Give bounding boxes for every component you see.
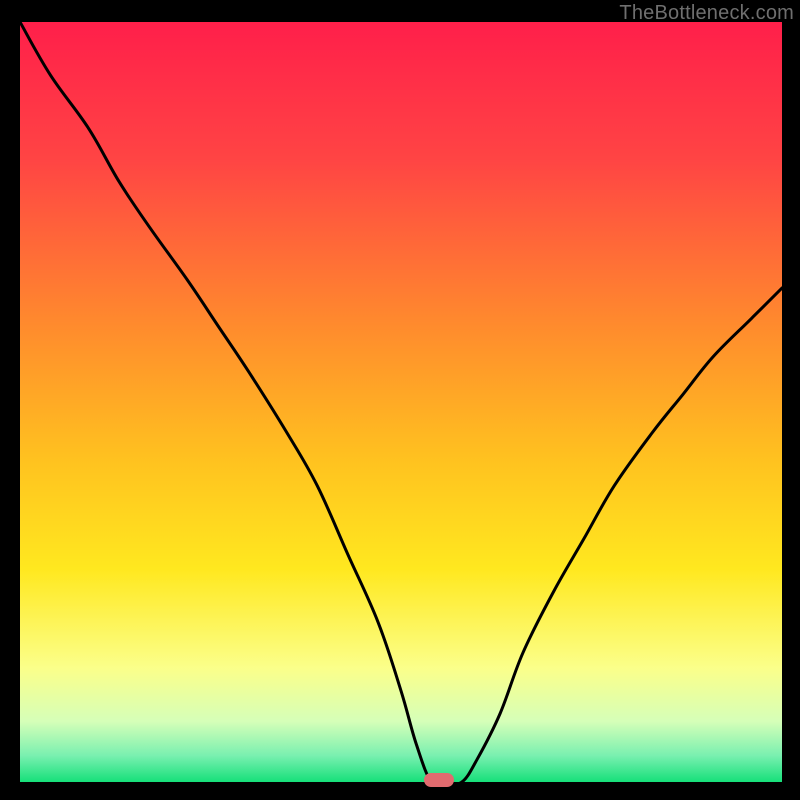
chart-frame: TheBottleneck.com: [0, 0, 800, 800]
chart-svg: [20, 22, 782, 782]
notch-marker: [424, 773, 454, 787]
chart-plot-area: [20, 22, 782, 782]
gradient-background: [20, 22, 782, 782]
watermark-text: TheBottleneck.com: [619, 2, 794, 25]
